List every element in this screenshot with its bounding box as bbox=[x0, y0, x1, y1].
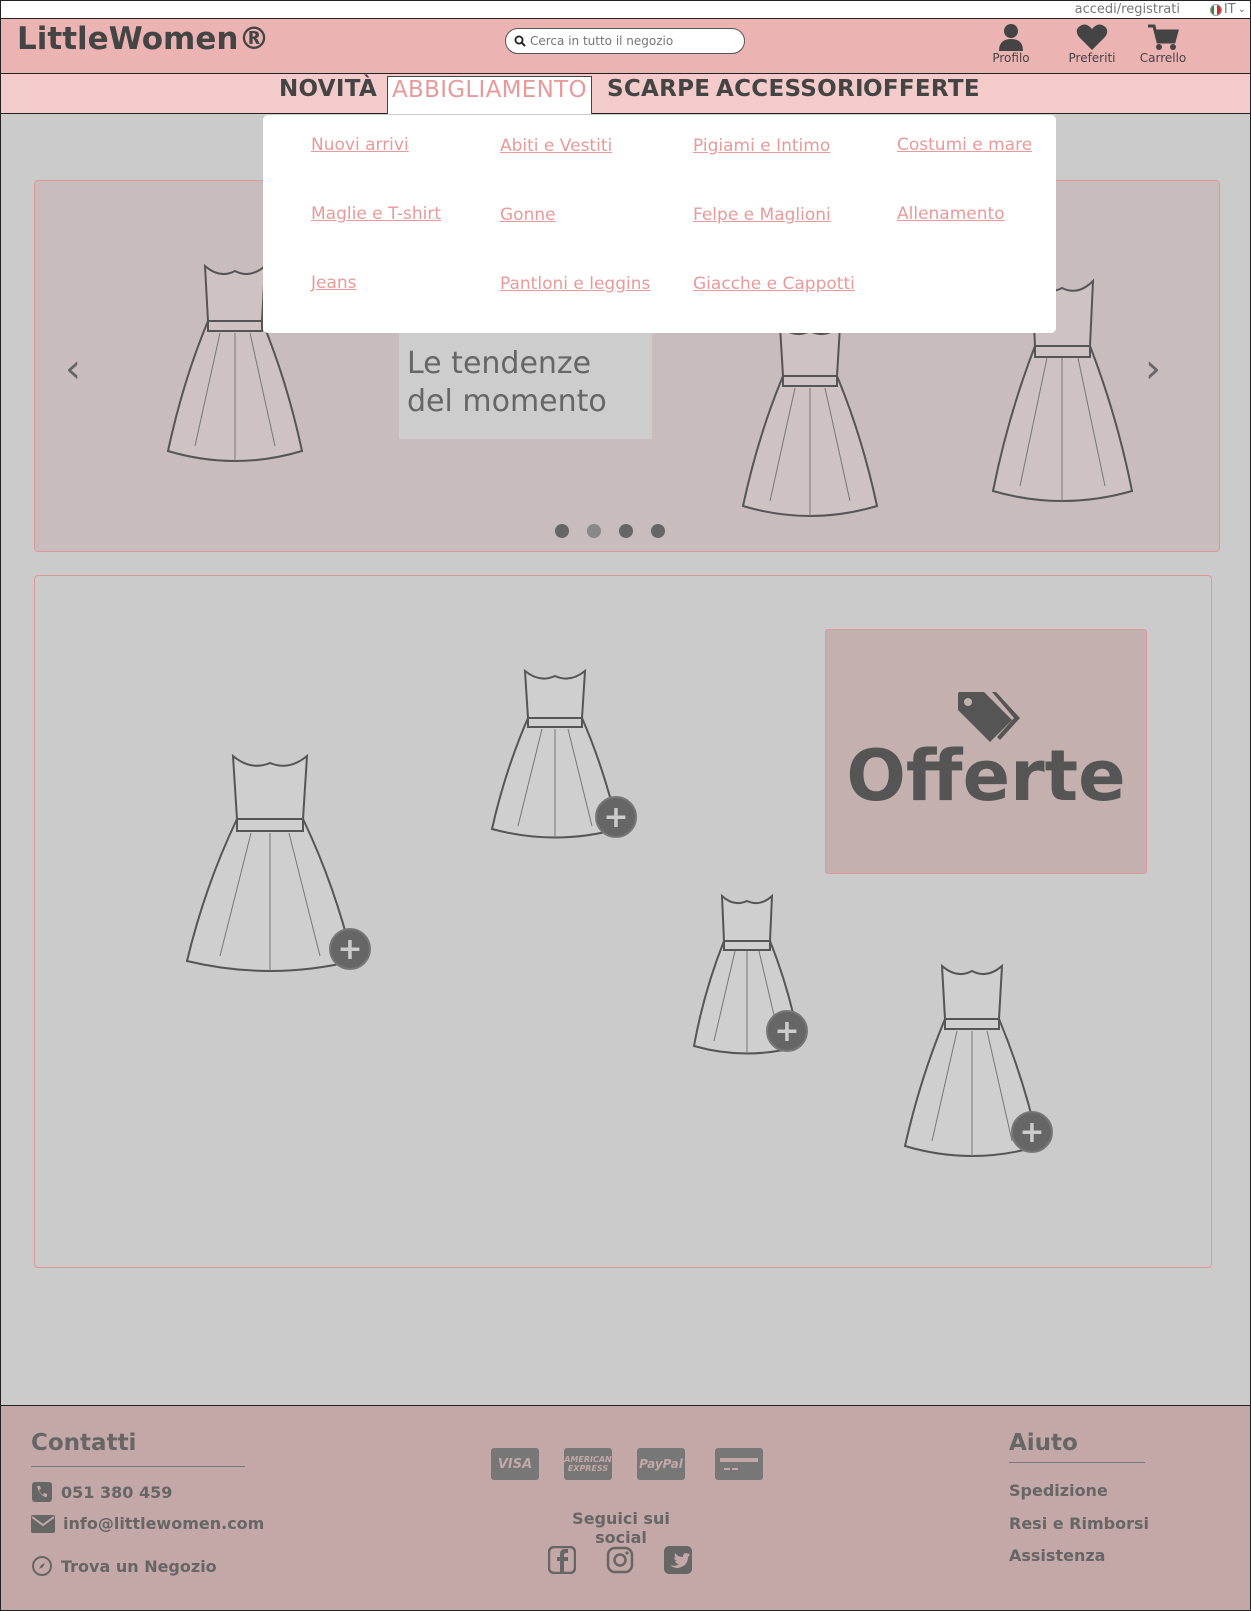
compass-icon bbox=[32, 1556, 52, 1576]
site-logo[interactable]: LittleWomen® bbox=[17, 21, 269, 57]
phone-icon bbox=[32, 1482, 52, 1502]
header: LittleWomen® Profilo Preferiti Carrello bbox=[1, 19, 1250, 74]
help-divider bbox=[1009, 1462, 1145, 1463]
nav-item-scarpe[interactable]: SCARPE bbox=[607, 76, 710, 102]
dropdown-link-abiti[interactable]: Abiti e Vestiti bbox=[500, 136, 612, 156]
phone-number: 051 380 459 bbox=[61, 1482, 173, 1502]
add-to-cart-button[interactable]: + bbox=[766, 1010, 808, 1052]
cart-button[interactable]: Carrello bbox=[1128, 23, 1198, 65]
dropdown-link-allenamento[interactable]: Allenamento bbox=[897, 204, 1005, 224]
carousel-dot-active[interactable] bbox=[587, 524, 601, 538]
store-locator-label: Trova un Negozio bbox=[61, 1556, 217, 1576]
offers-title: Offerte bbox=[846, 735, 1126, 817]
page: accedi/registrati IT ⌄ LittleWomen® Prof… bbox=[0, 0, 1251, 1611]
add-to-cart-button[interactable]: + bbox=[1011, 1111, 1053, 1153]
nav-item-novita[interactable]: NOVITÀ bbox=[279, 76, 377, 102]
credit-card-icon bbox=[715, 1448, 763, 1480]
nav-item-abbigliamento[interactable]: ABBIGLIAMENTO bbox=[387, 76, 592, 114]
profile-label: Profilo bbox=[992, 51, 1030, 65]
footer: Contatti 051 380 459 info@littlewomen.co… bbox=[1, 1405, 1250, 1610]
offers-banner[interactable]: Offerte bbox=[825, 629, 1147, 874]
dropdown-link-pigiami[interactable]: Pigiami e Intimo bbox=[693, 136, 830, 156]
search-icon bbox=[514, 35, 526, 47]
carousel-dots bbox=[555, 524, 665, 538]
nav-item-accessori[interactable]: ACCESSORI bbox=[716, 76, 864, 102]
help-title: Aiuto bbox=[1009, 1430, 1078, 1456]
store-locator-link[interactable]: Trova un Negozio bbox=[31, 1555, 217, 1577]
envelope-icon bbox=[31, 1514, 55, 1533]
profile-button[interactable]: Profilo bbox=[976, 23, 1046, 65]
search-bar[interactable] bbox=[505, 28, 745, 54]
favorites-label: Preferiti bbox=[1068, 51, 1116, 65]
help-link-resi[interactable]: Resi e Rimborsi bbox=[1009, 1514, 1149, 1533]
contacts-title: Contatti bbox=[31, 1430, 137, 1456]
cart-icon bbox=[1148, 24, 1179, 50]
carousel-next-arrow[interactable]: › bbox=[1145, 346, 1161, 392]
carousel-dot[interactable] bbox=[555, 524, 569, 538]
help-link-assistenza[interactable]: Assistenza bbox=[1009, 1546, 1105, 1565]
dropdown-link-jeans[interactable]: Jeans bbox=[311, 273, 357, 293]
dropdown-link-costumi[interactable]: Costumi e mare bbox=[897, 135, 1032, 155]
nav-item-offerte[interactable]: OFFERTE bbox=[863, 76, 980, 102]
heart-icon bbox=[1076, 24, 1108, 50]
dropdown-link-nuovi-arrivi[interactable]: Nuovi arrivi bbox=[311, 135, 409, 155]
email-contact[interactable]: info@littlewomen.com bbox=[31, 1514, 264, 1533]
visa-icon: VISA bbox=[491, 1448, 539, 1480]
dropdown-link-giacche[interactable]: Giacche e Cappotti bbox=[693, 274, 855, 294]
language-selector[interactable]: IT ⌄ bbox=[1209, 2, 1246, 17]
carousel-dot[interactable] bbox=[619, 524, 633, 538]
help-link-spedizione[interactable]: Spedizione bbox=[1009, 1481, 1108, 1500]
paypal-icon: PayPal bbox=[637, 1448, 685, 1480]
products-section: + + + + Offerte bbox=[34, 575, 1212, 1268]
utility-bar: accedi/registrati IT ⌄ bbox=[1, 1, 1250, 19]
cart-label: Carrello bbox=[1139, 51, 1187, 65]
instagram-icon[interactable] bbox=[606, 1546, 634, 1574]
carousel-caption: Le tendenze del momento bbox=[399, 331, 652, 439]
amex-icon: AMERICAN EXPRESS bbox=[564, 1448, 612, 1480]
dropdown-link-pantaloni[interactable]: Pantloni e leggins bbox=[500, 274, 650, 294]
chevron-down-icon: ⌄ bbox=[1237, 4, 1246, 15]
dropdown-link-maglie[interactable]: Maglie e T-shirt bbox=[311, 204, 441, 224]
caption-line-2: del momento bbox=[407, 384, 607, 419]
contacts-divider bbox=[31, 1466, 245, 1467]
twitter-icon[interactable] bbox=[664, 1546, 692, 1574]
carousel-prev-arrow[interactable]: ‹ bbox=[65, 346, 81, 392]
facebook-icon[interactable] bbox=[548, 1546, 576, 1574]
add-to-cart-button[interactable]: + bbox=[329, 928, 371, 970]
user-icon bbox=[999, 24, 1023, 51]
language-label: IT bbox=[1223, 2, 1236, 17]
email-address: info@littlewomen.com bbox=[63, 1514, 265, 1533]
italy-flag-icon bbox=[1209, 3, 1222, 16]
carousel-dot[interactable] bbox=[651, 524, 665, 538]
caption-line-1: Le tendenze bbox=[407, 346, 592, 381]
favorites-button[interactable]: Preferiti bbox=[1057, 23, 1127, 65]
phone-contact[interactable]: 051 380 459 bbox=[31, 1481, 172, 1503]
dress-image bbox=[741, 323, 879, 517]
main-nav: NOVITÀ ABBIGLIAMENTO SCARPE ACCESSORI OF… bbox=[1, 74, 1250, 114]
dropdown-link-felpe[interactable]: Felpe e Maglioni bbox=[693, 205, 831, 225]
abbigliamento-dropdown: Nuovi arrivi Abiti e Vestiti Pigiami e I… bbox=[263, 115, 1056, 333]
login-link[interactable]: accedi/registrati bbox=[1075, 2, 1180, 17]
dropdown-link-gonne[interactable]: Gonne bbox=[500, 205, 556, 225]
search-input[interactable] bbox=[530, 34, 730, 48]
social-title: Seguici sui social bbox=[572, 1509, 670, 1547]
add-to-cart-button[interactable]: + bbox=[595, 796, 637, 838]
